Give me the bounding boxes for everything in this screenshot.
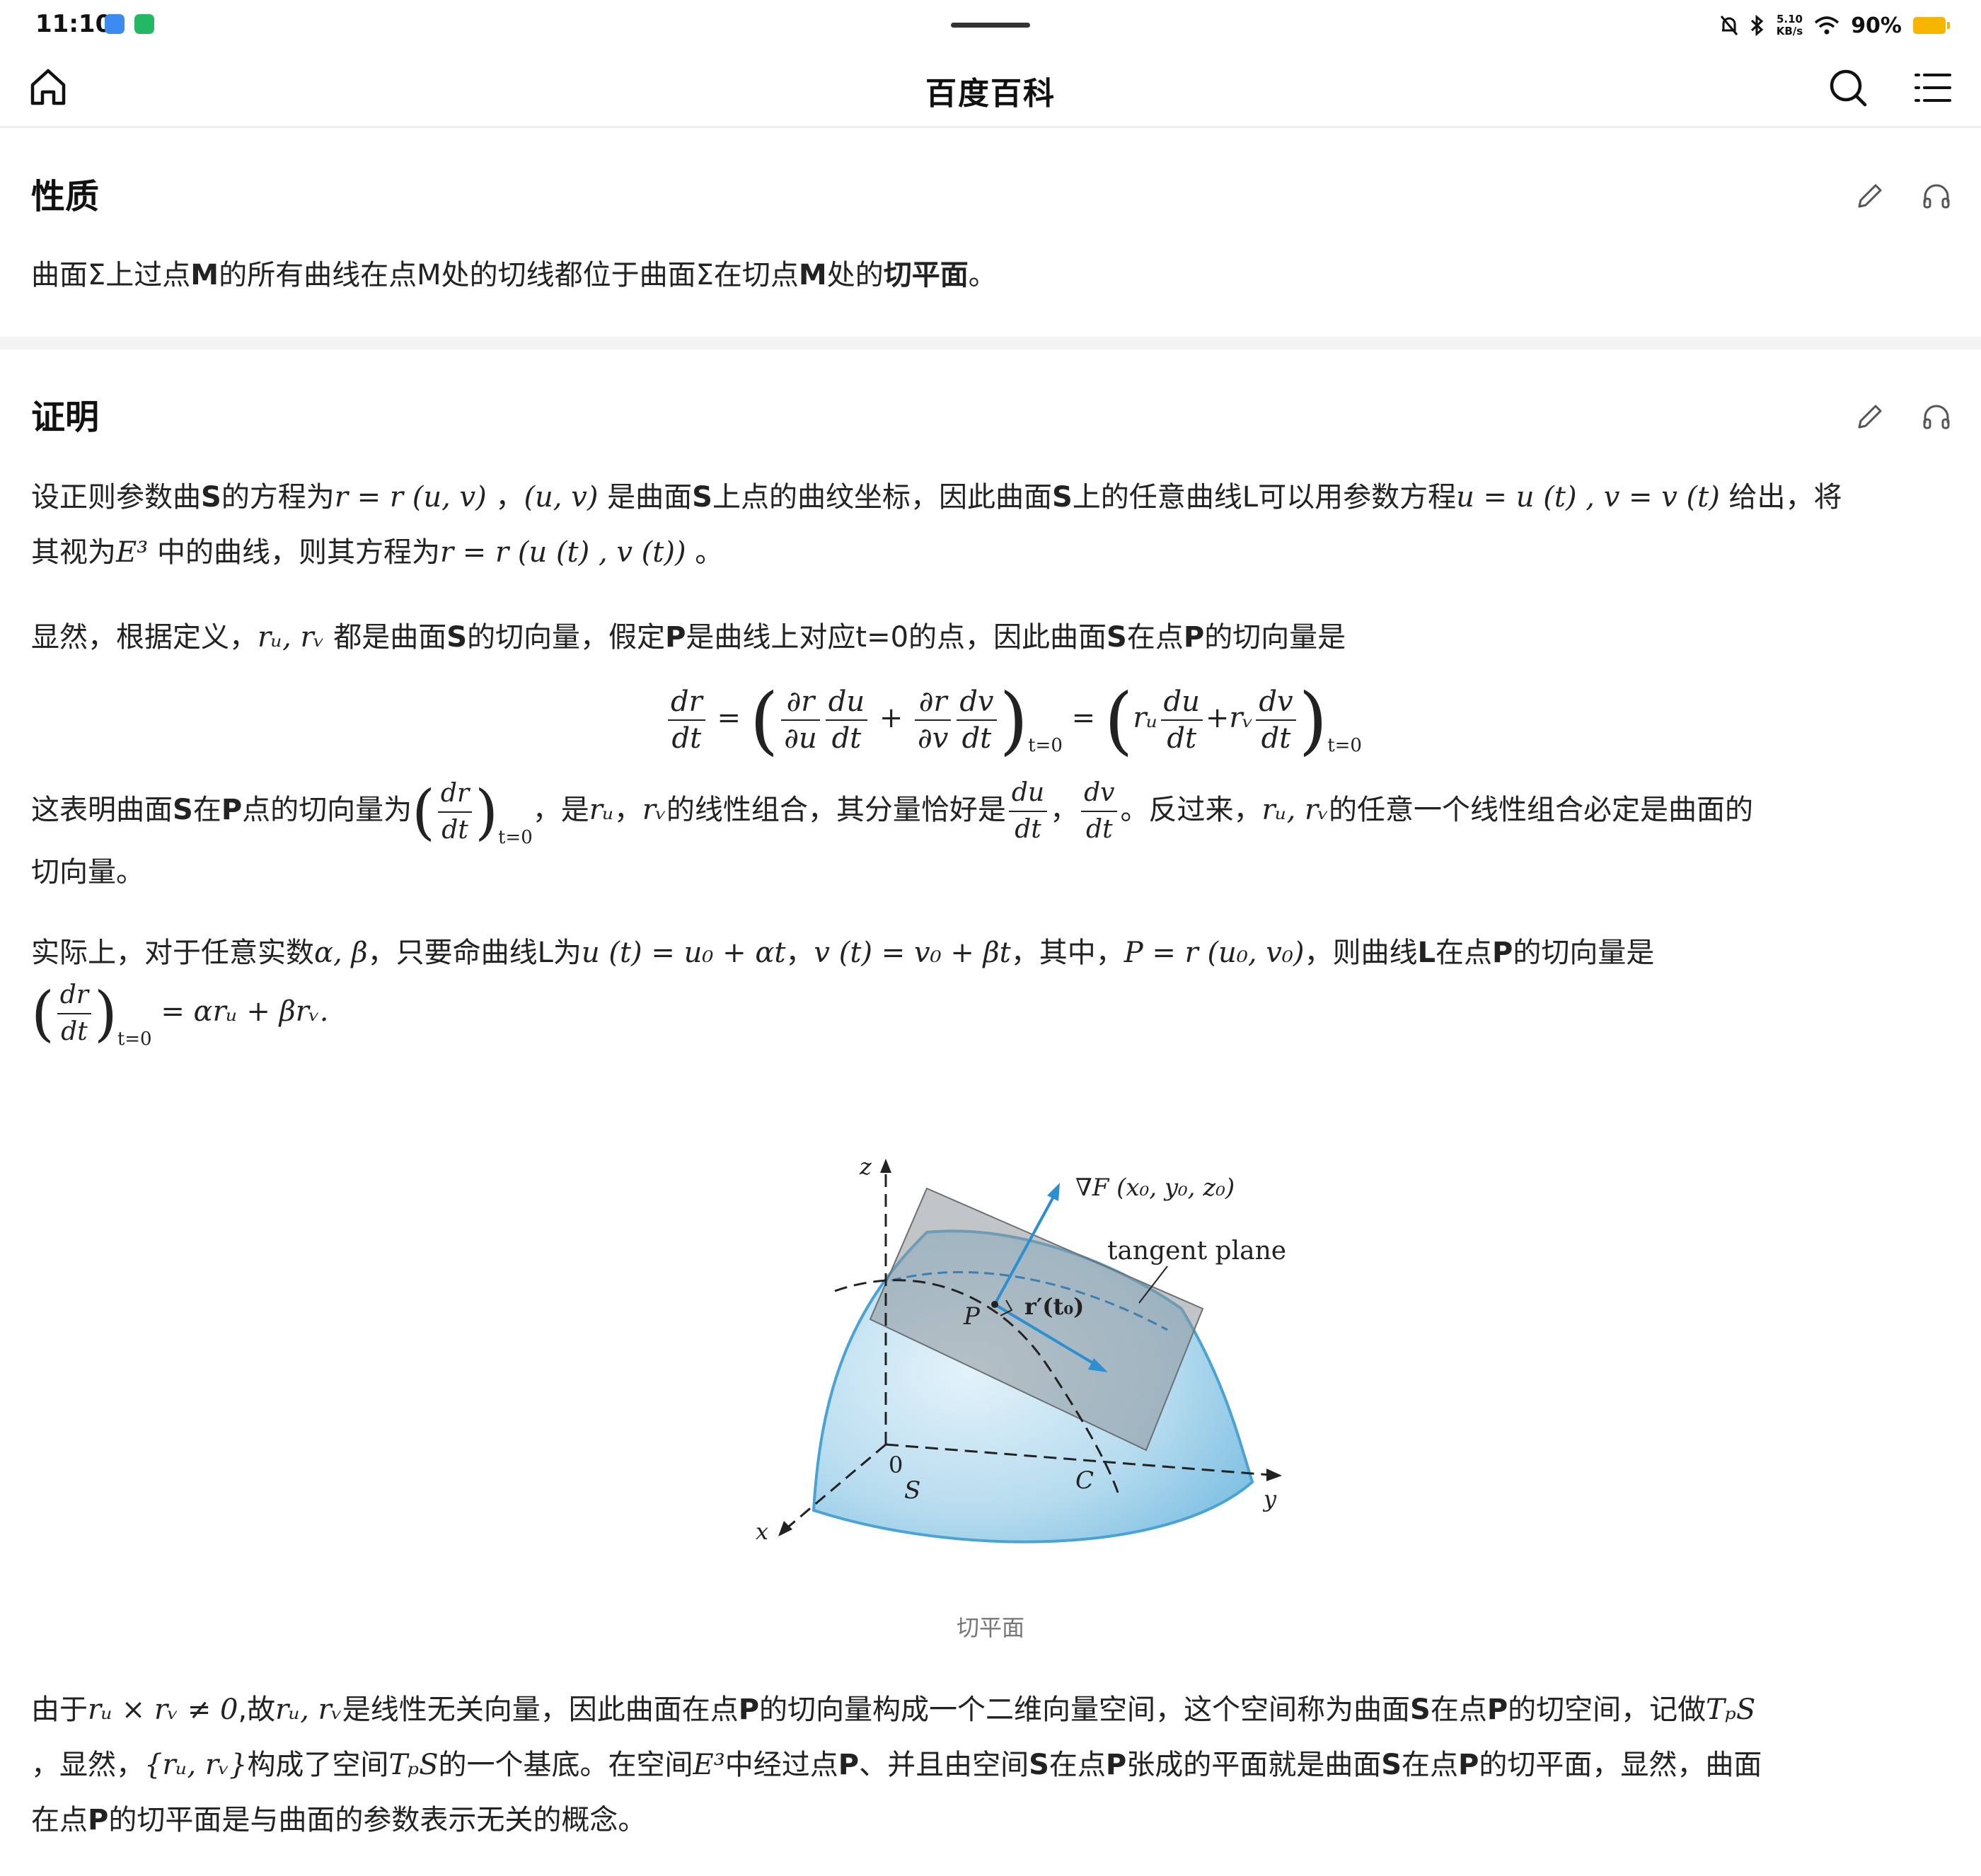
tangent-plane-figure: ∇F (x₀, y₀, z₀) tangent plane P r′(t₀) z…: [756, 1153, 1286, 1545]
edit-pencil-icon[interactable]: [1854, 400, 1886, 433]
status-icons: 5.10 KB/s 90%: [1720, 10, 1950, 41]
battery-icon: [1913, 17, 1950, 34]
label-y: y: [1262, 1486, 1277, 1512]
proof-line-8: 由于rᵤ × rᵥ ≠ 0,故rᵤ, rᵥ是线性无关向量，因此曲面在点P的切向量…: [31, 1693, 1756, 1726]
page-title: 百度百科: [925, 76, 1056, 112]
listen-headphone-icon[interactable]: [1920, 180, 1953, 212]
net-speed: 5.10 KB/s: [1776, 13, 1803, 37]
section-title-properties: 性质: [31, 177, 100, 216]
wifi-icon: [1815, 16, 1840, 35]
label-C: C: [1075, 1466, 1094, 1495]
proof-line-10: 在点P的切平面是与曲面的参数表示无关的概念。: [31, 1804, 647, 1836]
label-origin: 0: [889, 1452, 903, 1478]
proof-line-3: 显然，根据定义，rᵤ, rᵥ 都是曲面S的切向量，假定P是曲线上对应t=0的点，…: [31, 621, 1346, 654]
nav-bar: 百度百科: [0, 51, 1981, 128]
proof-line-1: 设正则参数曲S的方程为r = r (u, v) ，(u, v) 是曲面S上点的曲…: [31, 481, 1842, 514]
proof-line-9: ，显然，{rᵤ, rᵥ}构成了空间TₚS的一个基底。在空间E³中经过点P、并且由…: [31, 1749, 1762, 1781]
drag-handle[interactable]: [951, 23, 1030, 28]
search-icon[interactable]: [1825, 65, 1871, 110]
label-z: z: [859, 1153, 872, 1180]
tangent-vector-formula: dr dt = (∂r ∂u du dt + ∂r ∂v dv dt)t=0 = (rᵤ du d…: [665, 683, 1362, 757]
mute-bell-icon: [1720, 16, 1738, 35]
status-time: 11:10: [35, 10, 112, 38]
proof-line-4: 这表明曲面S在P点的切向量为(dr dt)t=0，是rᵤ，rᵥ的线性组合，其分量恰…: [31, 775, 1753, 865]
proof-line-7: (dr dt)t=0 = αrᵤ + βrᵥ.: [31, 979, 329, 1050]
label-P: P: [963, 1302, 981, 1331]
label-S: S: [904, 1476, 920, 1505]
properties-text: 曲面Σ上过点M的所有曲线在点M处的切线都位于曲面Σ在切点M处的切平面。: [31, 259, 997, 291]
battery-level: 90%: [1851, 13, 1902, 38]
chat-app-icon: [105, 14, 125, 34]
accessibility-app-icon: [134, 14, 154, 34]
bluetooth-icon: [1750, 14, 1763, 37]
label-x: x: [756, 1518, 768, 1545]
proof-line-2: 其视为E³ 中的曲线，则其方程为r = r (u (t) , v (t)) 。: [31, 536, 724, 569]
proof-line-6: 实际上，对于任意实数α, β，只要命曲线L为u (t) = u₀ + αt，v …: [31, 937, 1655, 969]
section-divider: [0, 337, 1981, 349]
section-title-proof: 证明: [31, 398, 100, 437]
label-grad: ∇F (x₀, y₀, z₀): [1075, 1174, 1235, 1202]
catalog-menu-icon[interactable]: [1910, 65, 1956, 110]
listen-headphone-icon[interactable]: [1920, 400, 1953, 433]
figure-caption: 切平面: [956, 1614, 1024, 1641]
proof-line-5: 切向量。: [31, 856, 144, 888]
edit-pencil-icon[interactable]: [1854, 180, 1886, 212]
status-bar: 11:10 5.10 KB/s 90%: [0, 0, 1981, 51]
label-r-prime: r′(t₀): [1024, 1293, 1084, 1320]
label-tangent-plane: tangent plane: [1107, 1237, 1286, 1266]
